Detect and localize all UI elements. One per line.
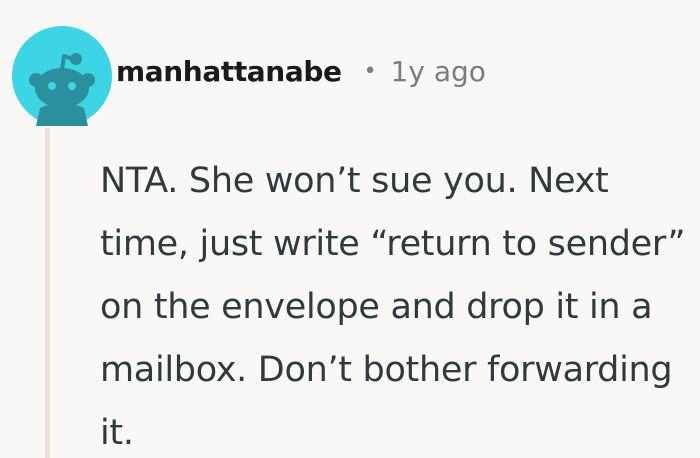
username-link[interactable]: manhattanabe (116, 55, 342, 88)
meta-separator: • (363, 58, 377, 84)
comment-body: NTA. She won’t sue you. Next time, just … (100, 161, 686, 453)
timestamp[interactable]: 1y ago (391, 55, 486, 88)
comment-header: manhattanabe • 1y ago (116, 47, 486, 95)
avatar[interactable] (12, 26, 112, 126)
comment: manhattanabe • 1y ago NTA. She won’t sue… (0, 0, 700, 458)
thread-line[interactable] (45, 128, 50, 458)
